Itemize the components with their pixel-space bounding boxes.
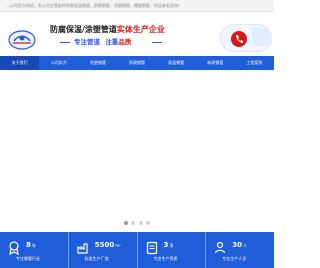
carousel-dot-4[interactable] — [145, 221, 150, 225]
tagline-left-dash — [60, 42, 70, 43]
stat-staff-number: 30 — [232, 241, 242, 249]
nav-item-anticorrosion-pipe[interactable]: 防腐钢管 — [117, 56, 156, 70]
phone-icon — [231, 31, 247, 47]
stat-certifications-value: 3项 — [164, 241, 174, 250]
stat-certifications-unit: 项 — [169, 243, 174, 248]
page: ...公司官方网站，本公司主营各种防腐保温钢管，防腐钢管，涂塑钢管，螺旋钢管，欢… — [0, 0, 274, 268]
stat-years-number: 8 — [26, 241, 31, 249]
stat-certifications: 3项 专业生产资质 — [138, 232, 207, 268]
tagline-focus: 专注管道 — [74, 38, 100, 46]
carousel-dot-2[interactable] — [131, 221, 136, 225]
nav-item-news[interactable]: 新闻钢管 — [196, 56, 235, 70]
carousel-dot-1[interactable] — [124, 221, 128, 225]
banner — [0, 70, 274, 232]
stats-strip: 8年 专注钢管行业 5500m² 标准生产厂房 3项 专业生产资质 30人 专业… — [0, 232, 274, 268]
stat-years-value: 8年 — [26, 241, 36, 250]
carousel-dot-3[interactable] — [138, 221, 143, 225]
top-notice-bar: ...公司官方网站，本公司主营各种防腐保温钢管，防腐钢管，涂塑钢管，螺旋钢管，欢… — [0, 0, 274, 12]
header: 防腐保温/涂塑管道实体生产企业 专注管道 注重品质 — [0, 12, 274, 56]
stat-area-label: 标准生产厂房 — [84, 256, 109, 261]
stat-area-number: 5500 — [94, 241, 115, 249]
stat-certifications-label: 专业生产资质 — [153, 256, 178, 261]
carousel-dots — [124, 220, 150, 226]
top-notice-text: ...公司官方网站，本公司主营各种防腐保温钢管，防腐钢管，涂塑钢管，螺旋钢管，欢… — [6, 3, 182, 8]
logo[interactable] — [0, 20, 40, 54]
slogan-highlight: 实体生产企业 — [116, 25, 165, 34]
nav-item-insulated-pipe[interactable]: 保温钢管 — [157, 56, 196, 70]
stat-staff-value: 30人 — [232, 241, 247, 250]
nav-item-strength[interactable]: 公司实力 — [39, 56, 78, 70]
logo-icon — [8, 30, 36, 50]
stat-area-value: 5500m² — [95, 241, 121, 250]
main-nav: 关于我们 公司实力 涂塑钢管 防腐钢管 保温钢管 新闻钢管 工程案例 — [0, 56, 274, 70]
hotline — [216, 18, 274, 54]
slogan-title: 防腐保温/涂塑管道实体生产企业 — [50, 25, 165, 35]
stat-certifications-number: 3 — [163, 241, 169, 249]
slogan-tagline: 专注管道 注重品质 — [60, 38, 190, 48]
stat-staff: 30人 专业生产人员 — [206, 232, 274, 268]
certificate-icon — [146, 241, 157, 255]
nav-item-coated-pipe[interactable]: 涂塑钢管 — [78, 56, 117, 70]
qr-code-icon — [252, 28, 270, 46]
people-icon — [215, 241, 226, 254]
nav-item-about[interactable]: 关于我们 — [0, 56, 40, 70]
stat-area-unit: m² — [115, 243, 121, 248]
stat-years-unit: 年 — [31, 243, 36, 248]
tagline-quality-prefix: 注重 — [105, 38, 119, 46]
medal-icon — [9, 241, 19, 255]
stat-area: 5500m² 标准生产厂房 — [69, 232, 138, 268]
stat-staff-unit: 人 — [243, 243, 247, 248]
factory-icon — [77, 243, 88, 254]
nav-item-cases[interactable]: 工程案例 — [235, 56, 274, 70]
slogan-prefix: 防腐保温/涂塑管道 — [50, 25, 117, 34]
stat-years-label: 专注钢管行业 — [16, 256, 40, 261]
tagline-quality: 品质 — [118, 38, 132, 46]
stat-staff-label: 专业生产人员 — [222, 256, 247, 261]
tagline-words: 专注管道 注重品质 — [74, 38, 131, 47]
stat-years: 8年 专注钢管行业 — [0, 232, 69, 268]
tagline-right-dash — [152, 42, 162, 43]
